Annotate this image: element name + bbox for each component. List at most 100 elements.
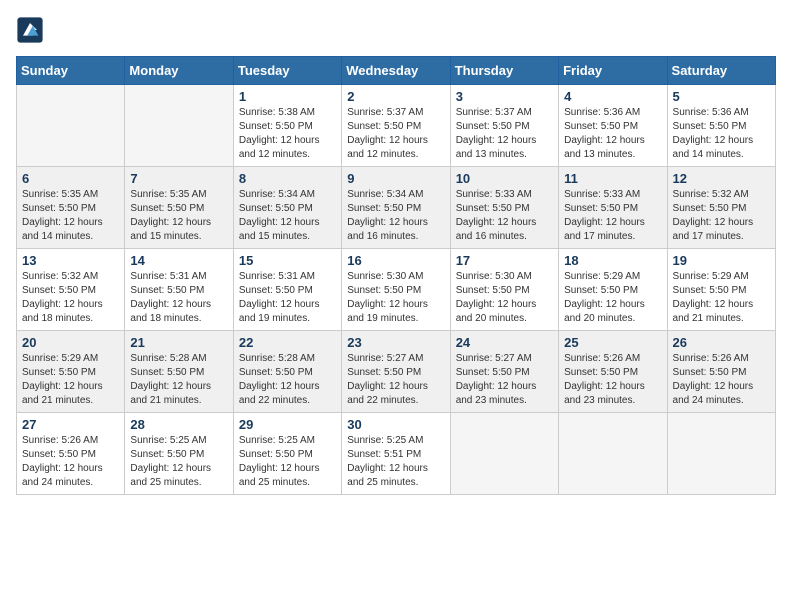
day-number: 29 (239, 417, 336, 432)
weekday-header: Saturday (667, 57, 775, 85)
day-info: Sunrise: 5:36 AM Sunset: 5:50 PM Dayligh… (673, 106, 770, 162)
day-info: Sunrise: 5:30 AM Sunset: 5:50 PM Dayligh… (347, 270, 444, 326)
calendar-day-cell: 6 Sunrise: 5:35 AM Sunset: 5:50 PM Daylig… (17, 167, 125, 249)
day-info: Sunrise: 5:33 AM Sunset: 5:50 PM Dayligh… (456, 188, 553, 244)
day-number: 10 (456, 171, 553, 186)
calendar-day-cell (17, 85, 125, 167)
calendar-day-cell: 16 Sunrise: 5:30 AM Sunset: 5:50 PM Dayli… (342, 249, 450, 331)
day-info: Sunrise: 5:37 AM Sunset: 5:50 PM Dayligh… (456, 106, 553, 162)
day-number: 13 (22, 253, 119, 268)
calendar-week-row: 1Sunrise: 5:38 AM Sunset: 5:50 PM Daylig… (17, 85, 776, 167)
page-header (16, 16, 776, 44)
calendar-day-cell: 22Sunrise: 5:28 AM Sunset: 5:50 PM Dayli… (233, 331, 341, 413)
day-info: Sunrise: 5:26 AM Sunset: 5:50 PM Dayligh… (22, 434, 119, 490)
day-number: 15 (239, 253, 336, 268)
day-number: 6 (22, 171, 119, 186)
calendar-day-cell: 4 Sunrise: 5:36 AM Sunset: 5:50 PM Daylig… (559, 85, 667, 167)
day-info: Sunrise: 5:36 AM Sunset: 5:50 PM Dayligh… (564, 106, 661, 162)
calendar-day-cell: 23 Sunrise: 5:27 AM Sunset: 5:50 PM Dayli… (342, 331, 450, 413)
logo-icon (16, 16, 44, 44)
day-info: Sunrise: 5:32 AM Sunset: 5:50 PM Dayligh… (22, 270, 119, 326)
day-number: 20 (22, 335, 119, 350)
day-number: 7 (130, 171, 227, 186)
calendar-day-cell: 17 Sunrise: 5:30 AM Sunset: 5:50 PM Dayli… (450, 249, 558, 331)
day-number: 30 (347, 417, 444, 432)
calendar-week-row: 27 Sunrise: 5:26 AM Sunset: 5:50 PM Dayli… (17, 413, 776, 495)
day-info: Sunrise: 5:29 AM Sunset: 5:50 PM Dayligh… (673, 270, 770, 326)
calendar-day-cell: 9 Sunrise: 5:34 AM Sunset: 5:50 PM Daylig… (342, 167, 450, 249)
weekday-header: Thursday (450, 57, 558, 85)
day-info: Sunrise: 5:34 AM Sunset: 5:50 PM Dayligh… (239, 188, 336, 244)
day-number: 27 (22, 417, 119, 432)
day-info: Sunrise: 5:38 AM Sunset: 5:50 PM Dayligh… (239, 106, 336, 162)
calendar-day-cell (125, 85, 233, 167)
weekday-header: Friday (559, 57, 667, 85)
calendar-day-cell: 27 Sunrise: 5:26 AM Sunset: 5:50 PM Dayli… (17, 413, 125, 495)
calendar-day-cell: 21 Sunrise: 5:28 AM Sunset: 5:50 PM Dayli… (125, 331, 233, 413)
calendar-day-cell: 15 Sunrise: 5:31 AM Sunset: 5:50 PM Dayli… (233, 249, 341, 331)
calendar-week-row: 13 Sunrise: 5:32 AM Sunset: 5:50 PM Dayli… (17, 249, 776, 331)
calendar-day-cell: 29 Sunrise: 5:25 AM Sunset: 5:50 PM Dayli… (233, 413, 341, 495)
calendar-day-cell: 2 Sunrise: 5:37 AM Sunset: 5:50 PM Daylig… (342, 85, 450, 167)
calendar-day-cell: 5 Sunrise: 5:36 AM Sunset: 5:50 PM Daylig… (667, 85, 775, 167)
calendar-day-cell (450, 413, 558, 495)
calendar-day-cell: 10 Sunrise: 5:33 AM Sunset: 5:50 PM Dayli… (450, 167, 558, 249)
day-number: 28 (130, 417, 227, 432)
day-number: 12 (673, 171, 770, 186)
day-info: Sunrise: 5:29 AM Sunset: 5:50 PM Dayligh… (22, 352, 119, 408)
calendar-table: SundayMondayTuesdayWednesdayThursdayFrid… (16, 56, 776, 495)
day-info: Sunrise: 5:28 AM Sunset: 5:50 PM Dayligh… (130, 352, 227, 408)
day-number: 23 (347, 335, 444, 350)
calendar-day-cell: 7 Sunrise: 5:35 AM Sunset: 5:50 PM Daylig… (125, 167, 233, 249)
day-number: 17 (456, 253, 553, 268)
calendar-day-cell: 24Sunrise: 5:27 AM Sunset: 5:50 PM Dayli… (450, 331, 558, 413)
day-info: Sunrise: 5:30 AM Sunset: 5:50 PM Dayligh… (456, 270, 553, 326)
calendar-day-cell: 1Sunrise: 5:38 AM Sunset: 5:50 PM Daylig… (233, 85, 341, 167)
day-number: 21 (130, 335, 227, 350)
day-number: 8 (239, 171, 336, 186)
day-info: Sunrise: 5:31 AM Sunset: 5:50 PM Dayligh… (239, 270, 336, 326)
day-number: 2 (347, 89, 444, 104)
calendar-week-row: 6 Sunrise: 5:35 AM Sunset: 5:50 PM Daylig… (17, 167, 776, 249)
calendar-day-cell: 3 Sunrise: 5:37 AM Sunset: 5:50 PM Daylig… (450, 85, 558, 167)
day-number: 26 (673, 335, 770, 350)
calendar-day-cell: 14Sunrise: 5:31 AM Sunset: 5:50 PM Dayli… (125, 249, 233, 331)
day-info: Sunrise: 5:37 AM Sunset: 5:50 PM Dayligh… (347, 106, 444, 162)
day-number: 16 (347, 253, 444, 268)
day-number: 11 (564, 171, 661, 186)
day-number: 19 (673, 253, 770, 268)
day-info: Sunrise: 5:35 AM Sunset: 5:50 PM Dayligh… (130, 188, 227, 244)
logo (16, 16, 48, 44)
calendar-header-row: SundayMondayTuesdayWednesdayThursdayFrid… (17, 57, 776, 85)
day-number: 3 (456, 89, 553, 104)
weekday-header: Sunday (17, 57, 125, 85)
day-number: 5 (673, 89, 770, 104)
day-number: 18 (564, 253, 661, 268)
day-number: 14 (130, 253, 227, 268)
day-number: 24 (456, 335, 553, 350)
day-number: 4 (564, 89, 661, 104)
day-info: Sunrise: 5:34 AM Sunset: 5:50 PM Dayligh… (347, 188, 444, 244)
weekday-header: Tuesday (233, 57, 341, 85)
calendar-day-cell: 18 Sunrise: 5:29 AM Sunset: 5:50 PM Dayli… (559, 249, 667, 331)
calendar-day-cell: 30 Sunrise: 5:25 AM Sunset: 5:51 PM Dayli… (342, 413, 450, 495)
day-info: Sunrise: 5:32 AM Sunset: 5:50 PM Dayligh… (673, 188, 770, 244)
calendar-day-cell: 26 Sunrise: 5:26 AM Sunset: 5:50 PM Dayli… (667, 331, 775, 413)
day-info: Sunrise: 5:25 AM Sunset: 5:51 PM Dayligh… (347, 434, 444, 490)
calendar-day-cell: 25 Sunrise: 5:26 AM Sunset: 5:50 PM Dayli… (559, 331, 667, 413)
weekday-header: Monday (125, 57, 233, 85)
day-info: Sunrise: 5:26 AM Sunset: 5:50 PM Dayligh… (673, 352, 770, 408)
day-number: 25 (564, 335, 661, 350)
calendar-day-cell: 19 Sunrise: 5:29 AM Sunset: 5:50 PM Dayli… (667, 249, 775, 331)
day-info: Sunrise: 5:26 AM Sunset: 5:50 PM Dayligh… (564, 352, 661, 408)
calendar-day-cell: 20 Sunrise: 5:29 AM Sunset: 5:50 PM Dayli… (17, 331, 125, 413)
day-info: Sunrise: 5:27 AM Sunset: 5:50 PM Dayligh… (347, 352, 444, 408)
day-info: Sunrise: 5:33 AM Sunset: 5:50 PM Dayligh… (564, 188, 661, 244)
day-info: Sunrise: 5:29 AM Sunset: 5:50 PM Dayligh… (564, 270, 661, 326)
day-info: Sunrise: 5:35 AM Sunset: 5:50 PM Dayligh… (22, 188, 119, 244)
calendar-day-cell: 12 Sunrise: 5:32 AM Sunset: 5:50 PM Dayli… (667, 167, 775, 249)
calendar-day-cell: 11 Sunrise: 5:33 AM Sunset: 5:50 PM Dayli… (559, 167, 667, 249)
calendar-day-cell: 13 Sunrise: 5:32 AM Sunset: 5:50 PM Dayli… (17, 249, 125, 331)
day-info: Sunrise: 5:25 AM Sunset: 5:50 PM Dayligh… (239, 434, 336, 490)
day-number: 9 (347, 171, 444, 186)
